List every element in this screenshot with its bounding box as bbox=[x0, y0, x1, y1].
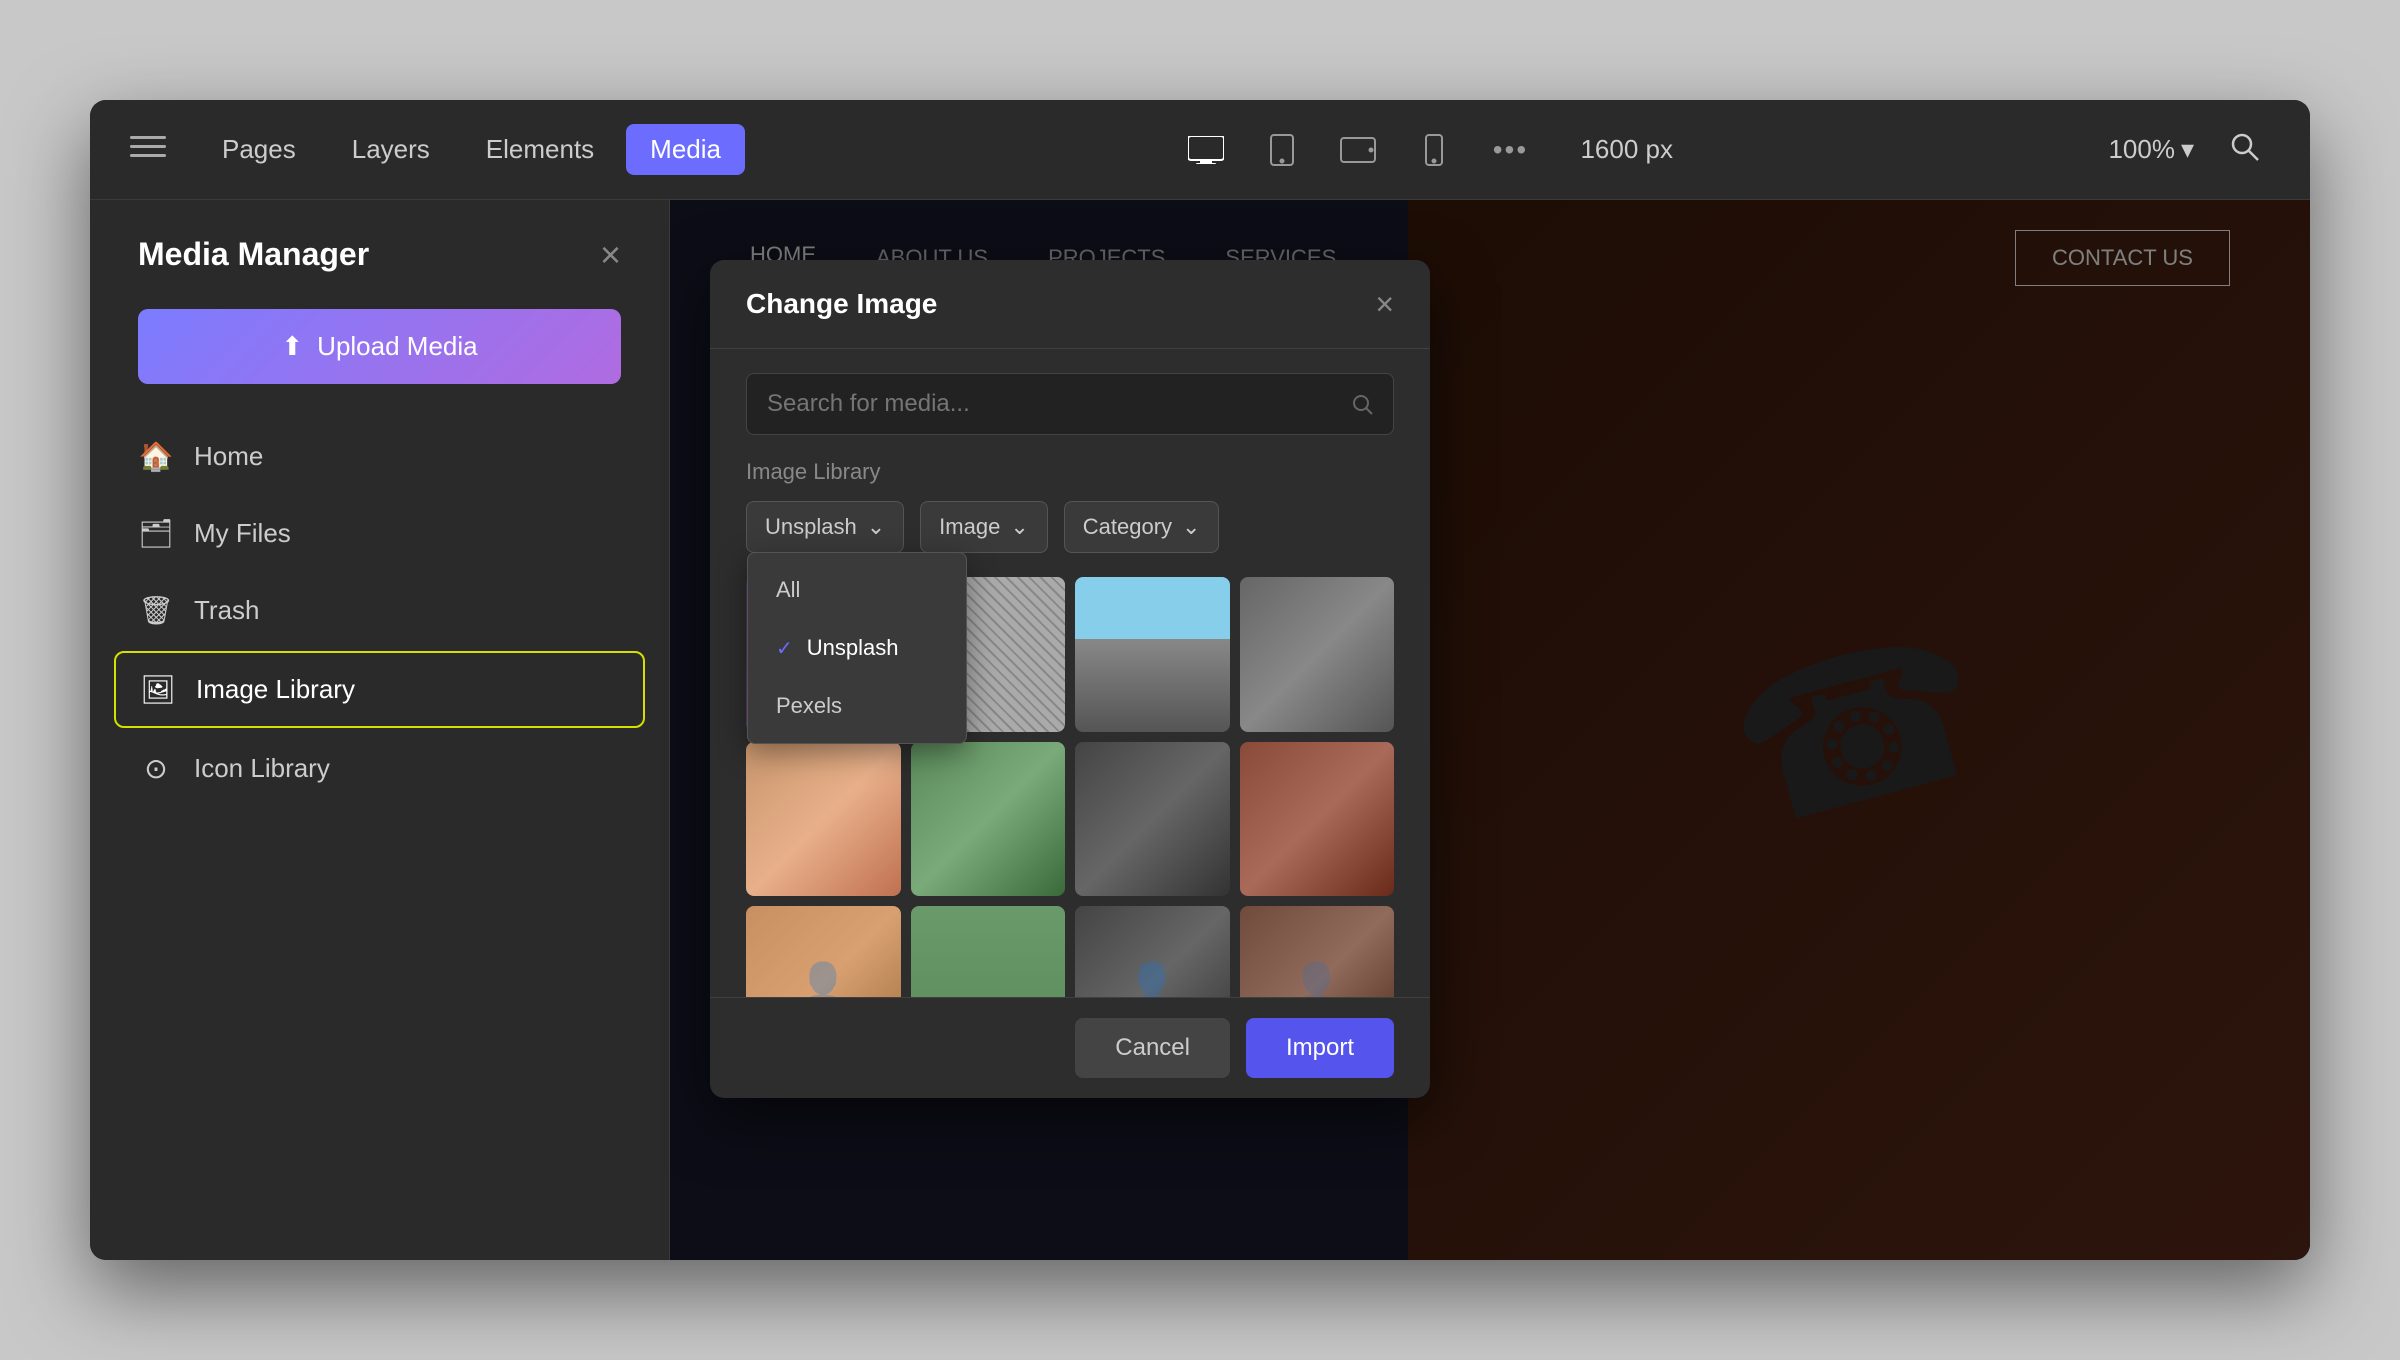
home-icon: 🏠 bbox=[138, 440, 174, 473]
media-button[interactable]: Media bbox=[626, 124, 745, 175]
media-manager-title: Media Manager bbox=[138, 236, 369, 273]
source-unsplash-label: Unsplash bbox=[807, 635, 899, 661]
landscape-tablet-icon bbox=[1340, 137, 1376, 163]
toolbar-center: ••• 1600 px bbox=[777, 124, 2076, 176]
px-display: 1600 px bbox=[1580, 134, 1673, 165]
image-thumb-10[interactable] bbox=[911, 906, 1066, 997]
upload-label: Upload Media bbox=[317, 331, 477, 362]
sidebar: Media Manager × ⬆ Upload Media 🏠 Home 🗂 … bbox=[90, 200, 670, 1260]
sidebar-nav: 🏠 Home 🗂 My Files 🗑 Trash 🖼 Image Librar… bbox=[90, 420, 669, 805]
sidebar-item-myfiles-label: My Files bbox=[194, 518, 291, 549]
elements-button[interactable]: Elements bbox=[462, 124, 618, 175]
image-thumb-8[interactable] bbox=[1240, 742, 1395, 897]
source-filter-wrapper: Unsplash ⌄ All ✓ Unsplash bbox=[746, 501, 904, 553]
tablet-icon bbox=[1270, 134, 1294, 166]
section-label: Image Library bbox=[710, 459, 1430, 501]
mobile-icon bbox=[1425, 134, 1443, 166]
landscape-tablet-button[interactable] bbox=[1332, 124, 1384, 176]
desktop-device-button[interactable] bbox=[1180, 124, 1232, 176]
hamburger-menu[interactable] bbox=[130, 136, 166, 164]
type-dropdown-value: Image bbox=[939, 514, 1000, 540]
toolbar-nav: Pages Layers Elements Media bbox=[198, 124, 745, 175]
sidebar-item-home-label: Home bbox=[194, 441, 263, 472]
category-dropdown[interactable]: Category ⌄ bbox=[1064, 501, 1220, 553]
search-input[interactable] bbox=[767, 390, 1339, 418]
image-thumb-12[interactable]: 👤 bbox=[1240, 906, 1395, 997]
global-search-button[interactable] bbox=[2218, 124, 2270, 176]
sidebar-item-icon-library[interactable]: ⊙ Icon Library bbox=[114, 732, 645, 805]
upload-icon: ⬆ bbox=[281, 331, 303, 362]
source-dropdown-value: Unsplash bbox=[765, 514, 857, 540]
source-all-label: All bbox=[776, 577, 800, 603]
sidebar-item-trash[interactable]: 🗑 Trash bbox=[114, 574, 645, 647]
search-icon bbox=[2228, 130, 2260, 162]
source-option-unsplash[interactable]: ✓ Unsplash bbox=[748, 619, 966, 677]
category-dropdown-value: Category bbox=[1083, 514, 1172, 540]
check-icon: ✓ bbox=[776, 636, 793, 661]
mobile-device-button[interactable] bbox=[1408, 124, 1460, 176]
sidebar-item-my-files[interactable]: 🗂 My Files bbox=[114, 497, 645, 570]
hamburger-line-1 bbox=[130, 136, 166, 139]
hamburger-line-3 bbox=[130, 154, 166, 157]
type-dropdown[interactable]: Image ⌄ bbox=[920, 501, 1048, 553]
main-area: Media Manager × ⬆ Upload Media 🏠 Home 🗂 … bbox=[90, 200, 2310, 1260]
image-library-icon: 🖼 bbox=[140, 673, 176, 706]
pages-button[interactable]: Pages bbox=[198, 124, 320, 175]
trash-icon: 🗑 bbox=[138, 594, 174, 627]
sidebar-item-image-library-label: Image Library bbox=[196, 674, 355, 705]
source-dropdown-menu: All ✓ Unsplash Pexels bbox=[747, 552, 967, 744]
source-dropdown-arrow: ⌄ bbox=[867, 514, 885, 540]
layers-button[interactable]: Layers bbox=[328, 124, 454, 175]
modal-header: Change Image × bbox=[710, 260, 1430, 349]
chevron-down-icon: ▾ bbox=[2181, 134, 2194, 165]
image-thumb-6[interactable] bbox=[911, 742, 1066, 897]
image-thumb-11[interactable]: 👤 bbox=[1075, 906, 1230, 997]
toolbar-right: 100% ▾ bbox=[2108, 124, 2270, 176]
sidebar-item-icon-library-label: Icon Library bbox=[194, 753, 330, 784]
source-option-pexels[interactable]: Pexels bbox=[748, 677, 966, 735]
sidebar-title-bar: Media Manager × bbox=[90, 236, 669, 309]
image-thumb-5[interactable] bbox=[746, 742, 901, 897]
zoom-button[interactable]: 100% ▾ bbox=[2108, 134, 2194, 165]
import-button[interactable]: Import bbox=[1246, 1018, 1394, 1078]
canvas-area: HOME ABOUT US PROJECTS SERVICES CONTACT … bbox=[670, 200, 2310, 1260]
hamburger-line-2 bbox=[130, 145, 166, 148]
sidebar-item-image-library[interactable]: 🖼 Image Library bbox=[114, 651, 645, 728]
sidebar-item-home[interactable]: 🏠 Home bbox=[114, 420, 645, 493]
source-dropdown[interactable]: Unsplash ⌄ All ✓ Unsplash bbox=[746, 501, 904, 553]
modal-search-bar[interactable] bbox=[746, 373, 1394, 435]
category-dropdown-arrow: ⌄ bbox=[1182, 514, 1200, 540]
modal-overlay: Change Image × Image Library bbox=[670, 200, 2310, 1260]
source-pexels-label: Pexels bbox=[776, 693, 842, 719]
type-dropdown-arrow: ⌄ bbox=[1010, 514, 1028, 540]
modal-filters: Unsplash ⌄ All ✓ Unsplash bbox=[710, 501, 1430, 577]
zoom-value: 100% bbox=[2108, 134, 2175, 165]
search-icon bbox=[1351, 393, 1373, 415]
image-thumb-4[interactable] bbox=[1240, 577, 1395, 732]
modal-close-button[interactable]: × bbox=[1375, 288, 1394, 320]
files-icon: 🗂 bbox=[138, 517, 174, 550]
desktop-icon bbox=[1188, 136, 1224, 164]
app-window: Pages Layers Elements Media bbox=[90, 100, 2310, 1260]
icon-library-icon: ⊙ bbox=[138, 752, 174, 785]
image-thumb-7[interactable] bbox=[1075, 742, 1230, 897]
modal-title: Change Image bbox=[746, 288, 937, 320]
upload-media-button[interactable]: ⬆ Upload Media bbox=[138, 309, 621, 384]
cancel-button[interactable]: Cancel bbox=[1075, 1018, 1230, 1078]
modal-actions: Cancel Import bbox=[710, 997, 1430, 1098]
more-options-button[interactable]: ••• bbox=[1484, 124, 1536, 176]
image-thumb-9[interactable]: 👤 bbox=[746, 906, 901, 997]
toolbar: Pages Layers Elements Media bbox=[90, 100, 2310, 200]
sidebar-item-trash-label: Trash bbox=[194, 595, 260, 626]
source-option-all[interactable]: All bbox=[748, 561, 966, 619]
sidebar-close-button[interactable]: × bbox=[600, 237, 621, 273]
change-image-modal: Change Image × Image Library bbox=[710, 260, 1430, 1098]
tablet-device-button[interactable] bbox=[1256, 124, 1308, 176]
image-thumb-3[interactable] bbox=[1075, 577, 1230, 732]
